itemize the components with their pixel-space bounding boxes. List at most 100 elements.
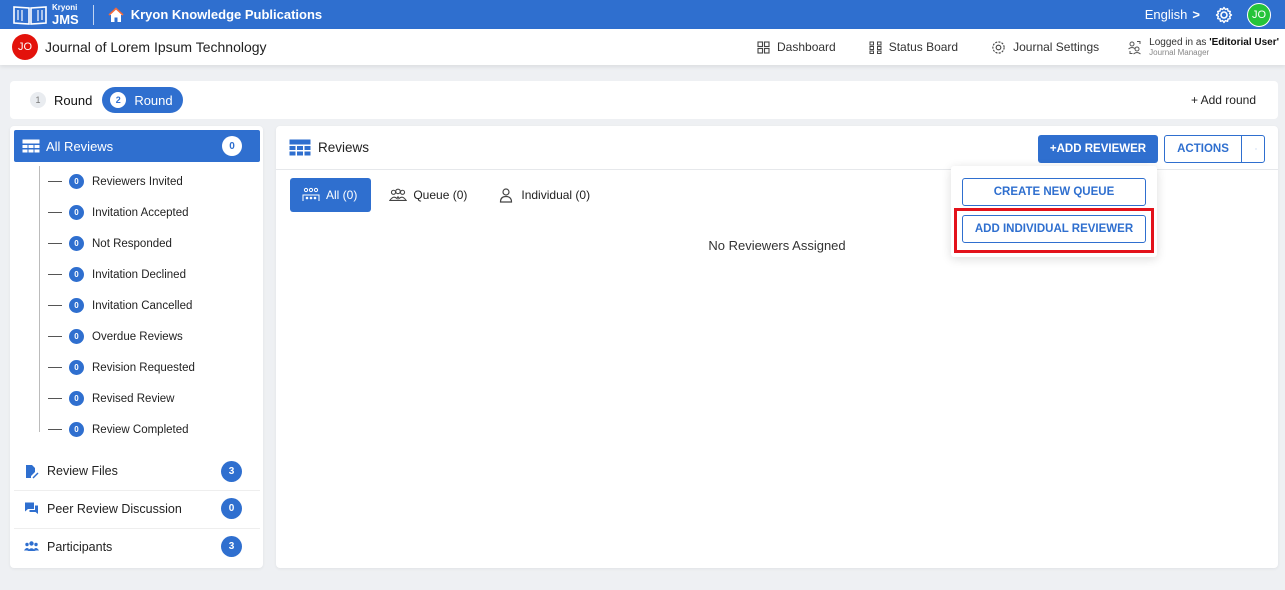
status-count: 0 — [69, 422, 84, 437]
round-bar: 1 Round 2 Round + Add round — [10, 81, 1278, 119]
logged-in-username: 'Editorial User' — [1209, 36, 1279, 48]
journal-title: Journal of Lorem Ipsum Technology — [45, 39, 267, 55]
filter-all[interactable]: All (0) — [290, 178, 372, 212]
status-count: 0 — [69, 205, 84, 220]
status-label: Overdue Reviews — [92, 330, 183, 343]
add-round-link[interactable]: + Add round — [1191, 93, 1256, 107]
participants-label: Participants — [47, 539, 113, 554]
participants-count: 3 — [221, 536, 242, 557]
sidebar-item-invitation-declined[interactable]: 0 Invitation Declined — [39, 259, 259, 290]
tree-dash — [48, 274, 62, 275]
book-logo-icon — [12, 4, 48, 26]
user-avatar[interactable]: JO — [1247, 2, 1271, 27]
brand[interactable]: Kryoni JMS — [0, 0, 79, 29]
gear-icon[interactable] — [1215, 6, 1233, 24]
tree-dash — [48, 243, 62, 244]
logged-in-prefix: Logged in as — [1149, 36, 1210, 48]
add-reviewer-button[interactable]: +ADD REVIEWER — [1038, 135, 1158, 163]
sidebar-item-revised-review[interactable]: 0 Revised Review — [39, 383, 259, 414]
reviews-title: Reviews — [318, 140, 370, 155]
peer-review-discussion-count: 0 — [221, 498, 242, 519]
filter-queue-label: Queue (0) — [413, 188, 468, 202]
chevron-down-icon[interactable] — [1241, 136, 1264, 162]
reviews-table-icon — [289, 139, 311, 155]
tree-dash — [48, 212, 62, 213]
home-icon — [108, 6, 124, 22]
organization-link[interactable]: Kryon Knowledge Publications — [108, 6, 323, 23]
status-count: 0 — [69, 298, 84, 313]
queue-icon — [389, 188, 408, 201]
tree-dash — [48, 336, 62, 337]
reviews-sidebar: All Reviews 0 0 Reviewers Invited 0 Invita… — [10, 126, 263, 568]
actions-button[interactable]: ACTIONS — [1164, 135, 1265, 163]
all-reviews-label: All Reviews — [46, 138, 114, 154]
logged-in-user[interactable]: Logged in as 'Editorial User' Journal Ma… — [1127, 37, 1279, 58]
sidebar-item-revision-requested[interactable]: 0 Revision Requested — [39, 352, 259, 383]
nav-status-board[interactable]: Status Board — [869, 40, 958, 54]
person-icon — [500, 188, 513, 203]
status-label: Invitation Declined — [92, 268, 186, 281]
board-icon — [869, 41, 882, 54]
sidebar-item-invitation-accepted[interactable]: 0 Invitation Accepted — [39, 197, 259, 228]
sidebar-item-review-completed[interactable]: 0 Review Completed — [39, 414, 259, 445]
sidebar-item-invitation-cancelled[interactable]: 0 Invitation Cancelled — [39, 290, 259, 321]
brand-name: JMS — [52, 11, 79, 27]
tree-dash — [48, 398, 62, 399]
language-label: English — [1144, 7, 1188, 22]
create-new-queue-item[interactable]: CREATE NEW QUEUE — [962, 178, 1146, 206]
review-files-label: Review Files — [47, 464, 118, 478]
sidebar-item-review-files[interactable]: Review Files 3 — [14, 453, 260, 489]
tree-dash — [48, 429, 62, 430]
filter-all-label: All (0) — [326, 188, 358, 202]
reviews-panel-header: Reviews +ADD REVIEWER ACTIONS — [276, 126, 1278, 170]
status-count: 0 — [69, 360, 84, 375]
sidebar-item-all-reviews[interactable]: All Reviews 0 — [14, 130, 260, 162]
organization-name: Kryon Knowledge Publications — [130, 7, 323, 22]
nav-dashboard[interactable]: Dashboard — [757, 40, 836, 54]
logged-in-label: Logged in as 'Editorial User' — [1149, 37, 1279, 49]
tab-round-1[interactable]: 1 Round — [10, 87, 102, 113]
file-edit-icon — [26, 464, 39, 478]
language-selector[interactable]: English > — [1145, 7, 1200, 22]
tab-round-2[interactable]: 2 Round — [102, 87, 183, 113]
status-label: Not Responded — [92, 237, 172, 250]
round-number: 1 — [30, 92, 46, 108]
sidebar-item-overdue-reviews[interactable]: 0 Overdue Reviews — [39, 321, 259, 352]
highlight-box — [954, 208, 1154, 253]
status-label: Revised Review — [92, 392, 175, 405]
review-status-tree: 0 Reviewers Invited 0 Invitation Accepted … — [39, 166, 259, 445]
sidebar-item-reviewers-invited[interactable]: 0 Reviewers Invited — [39, 166, 259, 197]
reviews-table-icon — [22, 139, 40, 153]
all-reviews-count: 0 — [222, 136, 242, 156]
status-label: Invitation Accepted — [92, 206, 189, 219]
tree-dash — [48, 367, 62, 368]
nav-dashboard-label: Dashboard — [777, 40, 836, 54]
filter-individual-label: Individual (0) — [521, 188, 591, 202]
reviewer-filter-tabs: All (0) Queue (0) Individual (0) — [290, 178, 608, 212]
brand-small-text: Kryoni — [52, 2, 78, 12]
status-label: Revision Requested — [92, 361, 195, 374]
nav-status-board-label: Status Board — [888, 40, 959, 54]
user-switch-icon — [1128, 40, 1141, 54]
round-number: 2 — [110, 92, 127, 108]
status-count: 0 — [69, 236, 84, 251]
tree-dash — [48, 181, 62, 182]
sidebar-item-not-responded[interactable]: 0 Not Responded — [39, 228, 259, 259]
review-files-count: 3 — [221, 460, 242, 482]
status-count: 0 — [69, 391, 84, 406]
round-label: Round — [54, 92, 93, 108]
settings-gear-icon — [992, 40, 1005, 54]
tree-dash — [48, 305, 62, 306]
status-count: 0 — [69, 267, 84, 282]
top-bar: Kryoni JMS Kryon Knowledge Publications … — [0, 0, 1285, 29]
status-count: 0 — [69, 174, 84, 189]
user-role: Journal Manager — [1149, 48, 1210, 58]
filter-queue[interactable]: Queue (0) — [377, 178, 479, 212]
sidebar-item-peer-review-discussion[interactable]: Peer Review Discussion 0 — [14, 490, 260, 526]
filter-individual[interactable]: Individual (0) — [485, 178, 602, 212]
nav-journal-settings[interactable]: Journal Settings — [991, 40, 1099, 55]
journal-avatar: JO — [12, 34, 38, 60]
status-label: Reviewers Invited — [92, 175, 183, 188]
group-icon — [24, 541, 39, 551]
sidebar-item-participants[interactable]: Participants 3 — [14, 528, 260, 564]
